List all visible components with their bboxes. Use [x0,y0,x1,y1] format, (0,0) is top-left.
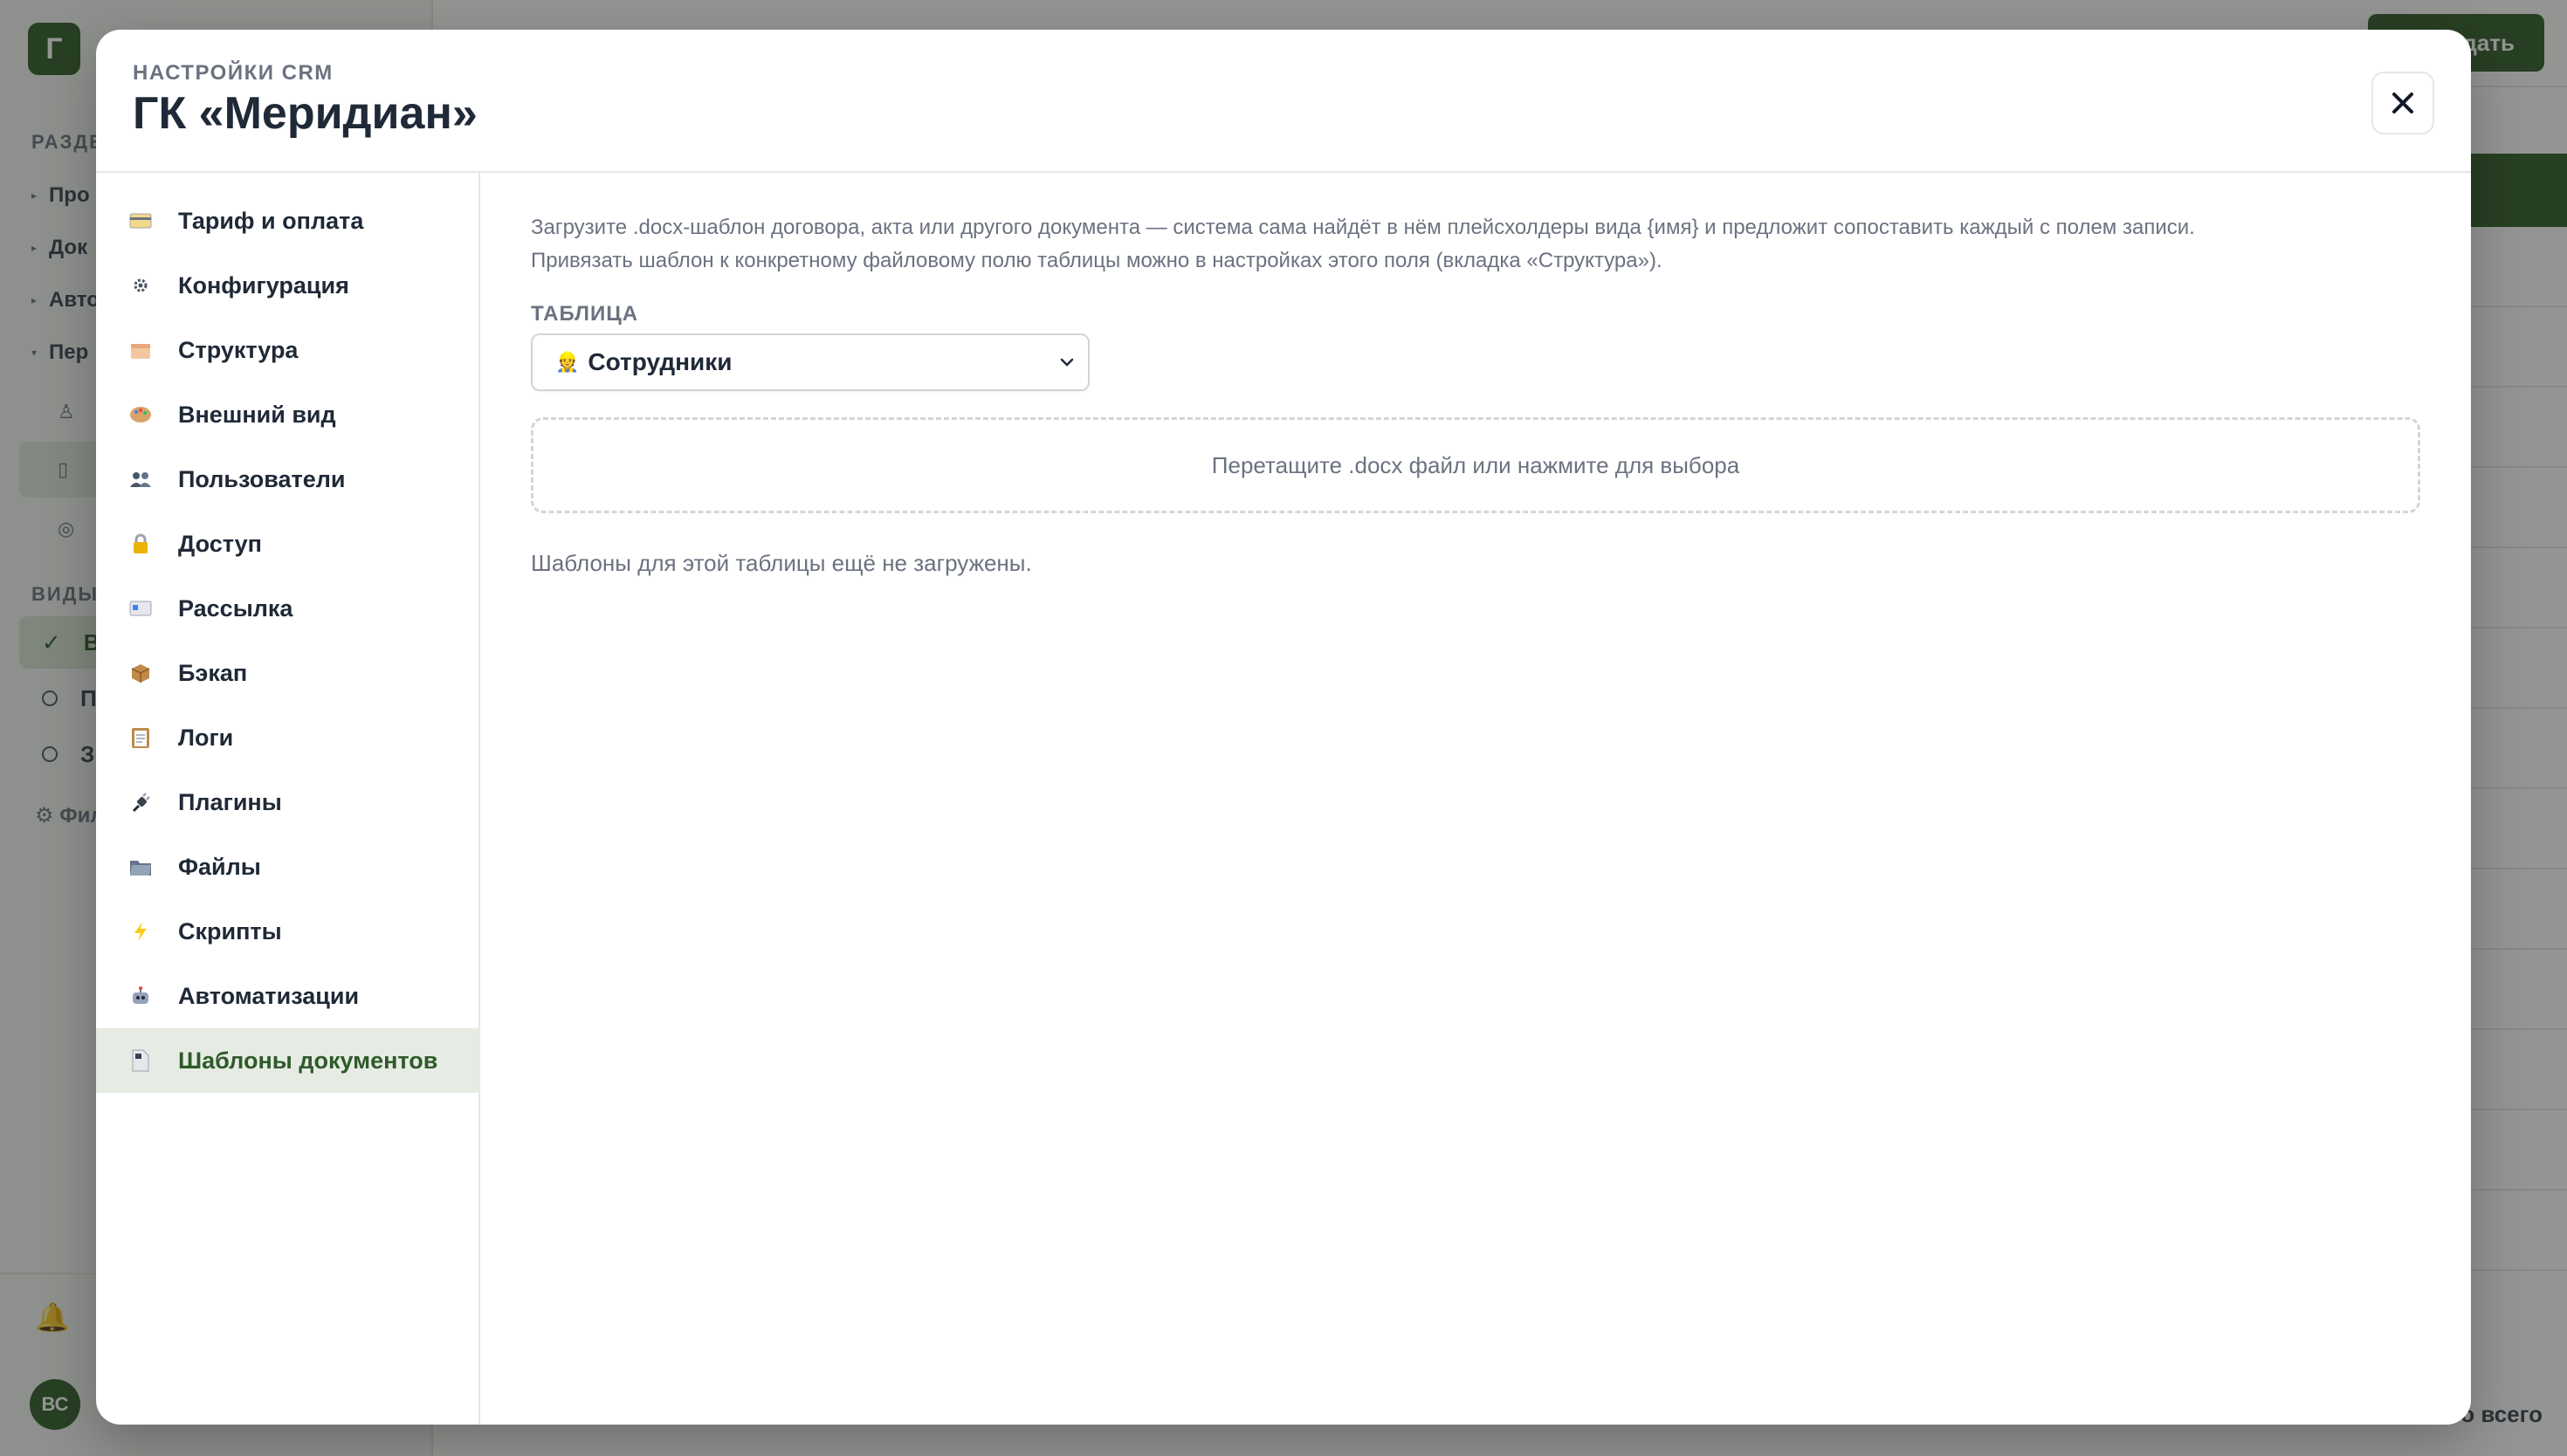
close-icon [2392,93,2413,113]
mail-icon [129,597,152,620]
modal-kicker: НАСТРОЙКИ CRM [133,61,334,85]
gear-icon [129,274,152,297]
clipboard-icon [129,726,152,749]
description-line-1: Загрузите .docx-шаблон договора, акта ил… [531,216,2195,239]
description-line-2: Привязать шаблон к конкретному файловому… [531,249,1662,272]
nav-item-scripts[interactable]: Скрипты [96,899,478,964]
docx-dropzone[interactable]: Перетащите .docx файл или нажмите для вы… [531,417,2420,513]
chevron-down-icon [1060,358,1074,367]
settings-modal: НАСТРОЙКИ CRM ГК «Меридиан» Тариф и опла… [96,30,2471,1425]
nav-item-billing[interactable]: Тариф и оплата [96,189,478,253]
document-icon [129,1049,152,1072]
users-icon [129,468,152,491]
close-button[interactable] [2371,72,2434,134]
lightning-icon [129,920,152,943]
package-icon [129,662,152,684]
boxes-icon [129,339,152,361]
plug-icon [129,791,152,814]
nav-item-files[interactable]: Файлы [96,834,478,899]
nav-item-document-templates[interactable]: Шаблоны документов [96,1028,478,1093]
nav-item-backup[interactable]: Бэкап [96,641,478,705]
table-select[interactable]: 👷 Сотрудники [531,333,1090,391]
modal-title: ГК «Меридиан» [133,88,478,139]
nav-item-configuration[interactable]: Конфигурация [96,253,478,318]
table-select-value: Сотрудники [588,348,733,375]
worker-icon: 👷 [555,351,580,373]
table-field-label: ТАБЛИЦА [531,302,639,326]
nav-item-users[interactable]: Пользователи [96,447,478,512]
nav-item-access[interactable]: Доступ [96,512,478,576]
templates-panel: Загрузите .docx-шаблон договора, акта ил… [480,173,2471,1425]
nav-item-automations[interactable]: Автоматизации [96,964,478,1028]
credit-card-icon [129,209,152,232]
lock-icon [129,532,152,555]
nav-item-plugins[interactable]: Плагины [96,770,478,834]
palette-icon [129,403,152,426]
folder-icon [129,855,152,878]
nav-item-logs[interactable]: Логи [96,705,478,770]
nav-item-structure[interactable]: Структура [96,318,478,382]
empty-templates-message: Шаблоны для этой таблицы ещё не загружен… [531,550,1032,576]
nav-item-appearance[interactable]: Внешний вид [96,382,478,447]
robot-icon [129,985,152,1007]
nav-item-mailing[interactable]: Рассылка [96,576,478,641]
settings-nav: Тариф и оплата Конфигурация Структура Вн… [96,173,480,1425]
modal-header: НАСТРОЙКИ CRM ГК «Меридиан» [96,30,2471,173]
